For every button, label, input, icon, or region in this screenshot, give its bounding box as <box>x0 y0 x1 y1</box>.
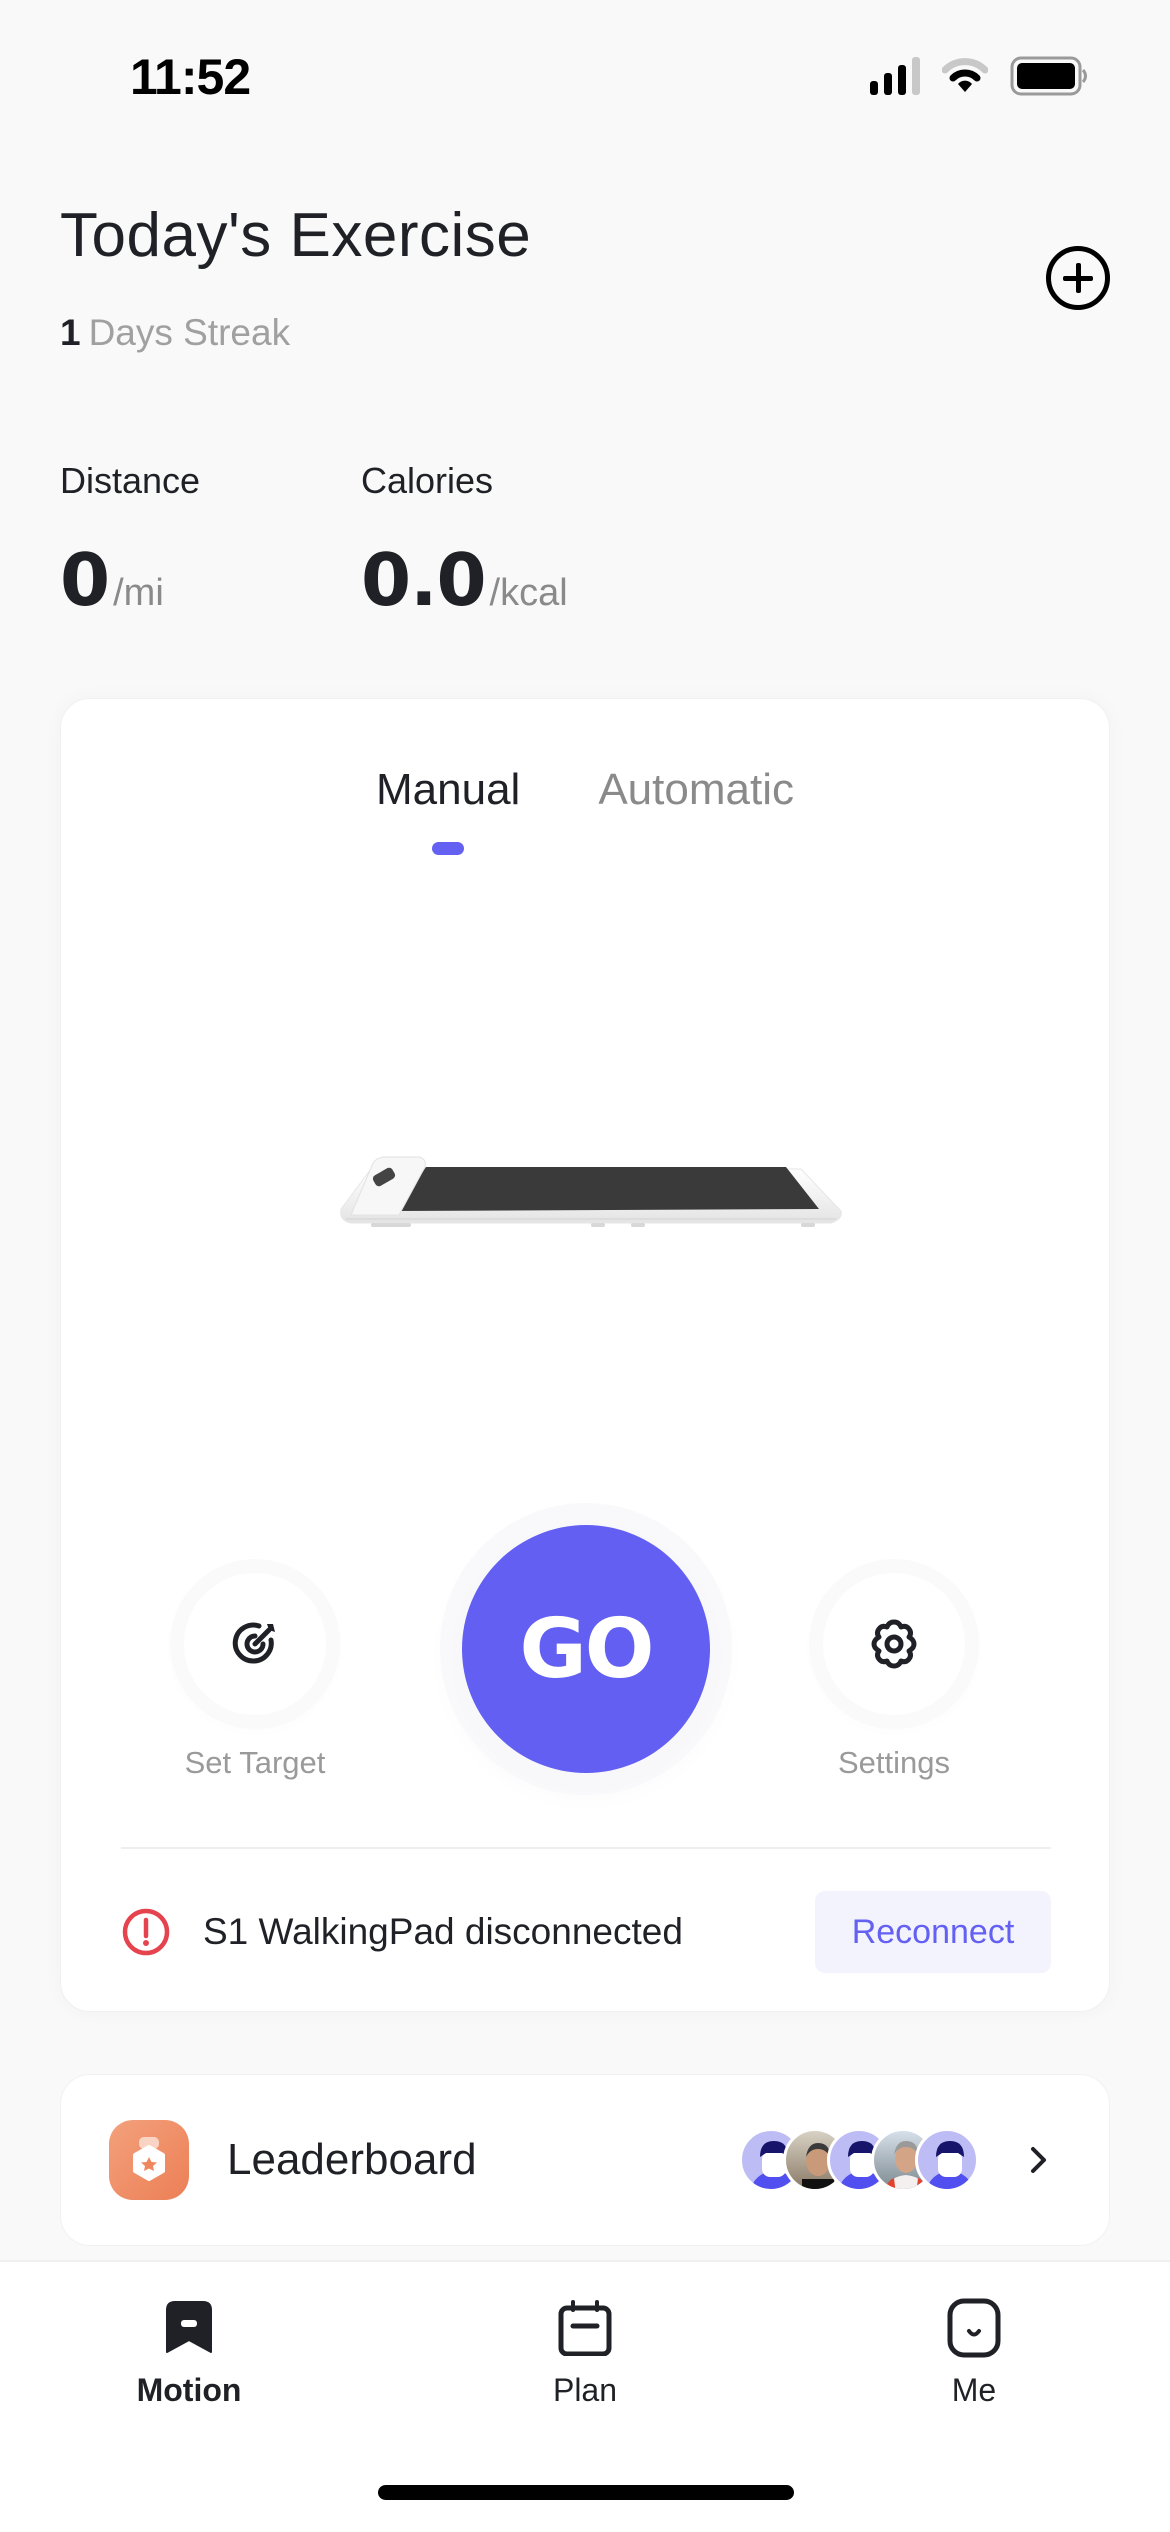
home-indicator[interactable] <box>378 2485 794 2500</box>
tab-automatic[interactable]: Automatic <box>598 765 794 855</box>
reconnect-button[interactable]: Reconnect <box>815 1891 1051 1973</box>
streak-info: 1 Days Streak <box>60 312 290 354</box>
calendar-icon <box>555 2298 615 2358</box>
tab-me-label: Me <box>951 2372 997 2408</box>
tab-motion[interactable]: Motion <box>89 2298 289 2409</box>
go-button[interactable]: GO <box>462 1525 710 1773</box>
wifi-icon <box>942 58 988 92</box>
calories-stat: Calories 0.0 /kcal <box>361 460 568 622</box>
leaderboard-card[interactable]: Leaderboard <box>60 2074 1110 2246</box>
motion-icon <box>159 2298 219 2358</box>
kettlebell-icon <box>109 2120 189 2200</box>
tab-motion-label: Motion <box>136 2372 242 2408</box>
mode-tabs: Manual Automatic <box>61 765 1109 855</box>
tab-manual-label: Manual <box>376 765 521 814</box>
battery-icon <box>1010 56 1087 96</box>
alert-circle-icon <box>122 1908 170 1956</box>
tab-plan-label: Plan <box>552 2372 618 2408</box>
distance-stat: Distance 0 /mi <box>60 460 200 622</box>
connection-status-row: S1 WalkingPad disconnected Reconnect <box>121 1891 1051 1973</box>
calories-value: 0.0 <box>361 538 487 622</box>
status-time: 11:52 <box>130 49 251 105</box>
plus-circle-icon[interactable] <box>1046 246 1110 310</box>
calories-label: Calories <box>361 460 494 501</box>
set-target-button[interactable]: Set Target <box>184 1573 326 1781</box>
go-label: GO <box>519 1601 654 1697</box>
walkingpad-device-image <box>340 1156 842 1227</box>
settings-button[interactable]: Settings <box>823 1573 965 1781</box>
distance-label: Distance <box>60 460 201 501</box>
settings-label: Settings <box>837 1745 950 1780</box>
status-icons <box>870 56 1090 96</box>
cellular-signal-icon <box>870 57 920 95</box>
workout-card: Manual Automatic Set Target GO Settings … <box>60 698 1110 2012</box>
status-bar: 11:52 <box>0 0 1170 150</box>
distance-unit: /mi <box>113 572 164 614</box>
leaderboard-avatars <box>739 2128 979 2192</box>
target-icon <box>232 1622 275 1664</box>
profile-icon <box>944 2298 1004 2358</box>
connection-status-text: S1 WalkingPad disconnected <box>203 1911 683 1952</box>
streak-label: Days Streak <box>88 312 291 353</box>
distance-value: 0 <box>60 538 110 622</box>
gear-icon <box>871 1619 917 1669</box>
tab-me[interactable]: Me <box>874 2298 1074 2409</box>
set-target-label: Set Target <box>184 1745 326 1780</box>
leaderboard-title: Leaderboard <box>227 2135 477 2184</box>
tab-manual[interactable]: Manual <box>376 765 520 855</box>
streak-count: 1 <box>60 312 81 353</box>
avatar <box>915 2128 979 2192</box>
tab-plan[interactable]: Plan <box>485 2298 685 2409</box>
tab-automatic-label: Automatic <box>598 765 794 814</box>
calories-unit: /kcal <box>489 572 568 614</box>
divider <box>121 1847 1051 1849</box>
chevron-right-icon <box>1019 2140 1059 2180</box>
active-tab-indicator <box>432 842 465 855</box>
page-title: Today's Exercise <box>60 201 532 270</box>
